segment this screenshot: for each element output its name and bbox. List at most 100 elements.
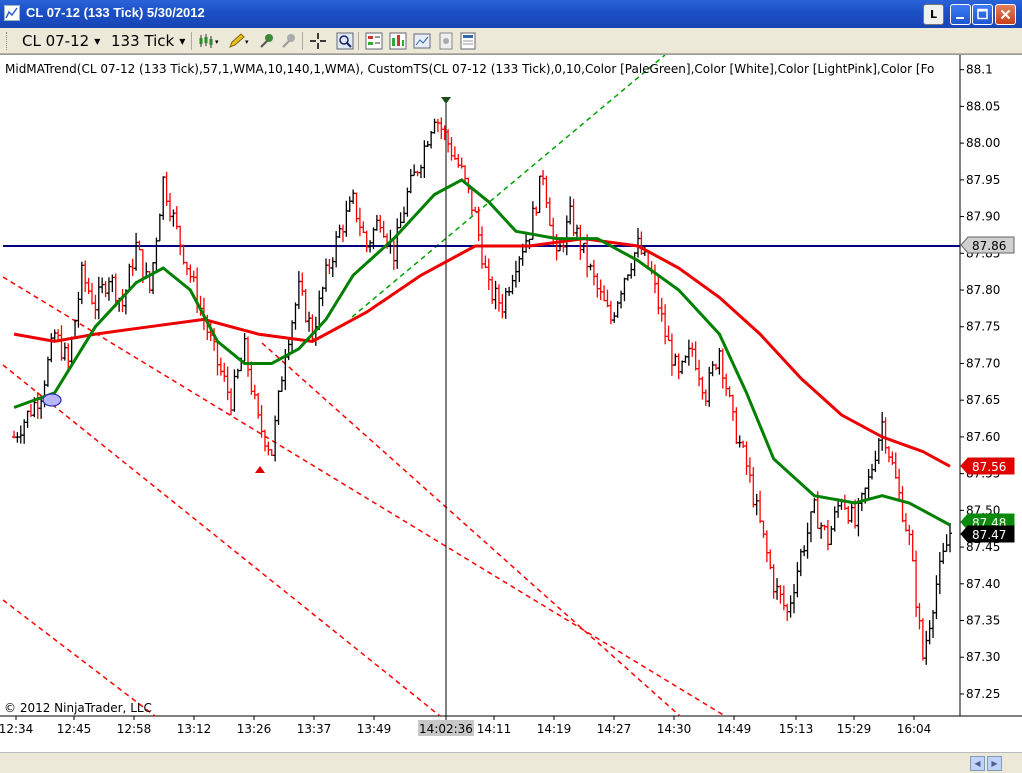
horizontal-scrollbar[interactable]: ◀ ▶ <box>0 752 1022 773</box>
chart-app-icon <box>4 5 20 21</box>
price-bar <box>279 376 284 393</box>
price-bar <box>754 493 759 516</box>
price-chart[interactable]: 88.188.0588.0087.9587.9087.8587.8087.758… <box>0 55 1022 753</box>
x-tick-label: 13:37 <box>297 722 332 736</box>
trend-line[interactable] <box>2 599 156 717</box>
y-tick-label: 88.05 <box>966 99 1000 113</box>
price-bar <box>897 468 902 500</box>
price-bar <box>96 276 101 320</box>
close-icon[interactable] <box>995 4 1016 25</box>
price-bar <box>324 258 328 292</box>
price-bar <box>534 206 539 216</box>
zoom-in-icon[interactable] <box>258 32 276 50</box>
price-bar <box>266 441 271 456</box>
price-bar <box>310 314 315 343</box>
y-tick-label: 88.1 <box>966 63 993 77</box>
indicators-icon[interactable] <box>389 32 407 50</box>
price-bar <box>598 279 603 301</box>
price-bar <box>412 164 417 177</box>
x-tick-label: 13:49 <box>357 722 392 736</box>
templates-icon[interactable] <box>459 32 477 50</box>
x-tick-label: 14:11 <box>477 722 512 736</box>
zoom-out-icon[interactable] <box>280 32 298 50</box>
price-bar <box>337 224 342 238</box>
price-bar <box>751 467 756 508</box>
trend-line[interactable] <box>2 276 726 717</box>
x-tick-label: 12:34 <box>0 722 33 736</box>
price-bar <box>134 232 139 271</box>
price-bar <box>903 513 908 532</box>
svg-text:▾: ▾ <box>245 38 249 46</box>
x-tick-label: 13:26 <box>237 722 272 736</box>
y-tick-label: 87.60 <box>966 430 1000 444</box>
price-bar <box>724 373 729 396</box>
green-trend-line[interactable] <box>351 55 666 318</box>
price-bar <box>171 209 176 227</box>
link-button[interactable]: L <box>923 4 944 25</box>
x-tick-label: 14:49 <box>717 722 752 736</box>
toolbar-grip[interactable] <box>6 32 10 50</box>
price-bar <box>351 189 356 204</box>
instrument-selector[interactable]: CL 07-12 ▼ <box>22 31 100 51</box>
price-bar <box>636 227 640 258</box>
scroll-right-icon[interactable]: ▶ <box>987 756 1002 771</box>
price-bar <box>568 196 573 225</box>
data-box-icon[interactable] <box>437 32 455 50</box>
price-bar <box>673 353 678 366</box>
price-bar <box>246 336 250 377</box>
price-bar <box>680 360 685 375</box>
price-bar <box>73 319 78 339</box>
strategies-icon[interactable] <box>365 32 383 50</box>
price-bar <box>703 389 708 406</box>
price-bar <box>398 212 403 229</box>
price-bar <box>629 263 634 279</box>
price-bar <box>157 213 162 242</box>
price-bar <box>775 578 780 600</box>
price-bar <box>697 359 702 387</box>
price-bar <box>381 220 386 238</box>
price-bar <box>734 407 739 445</box>
price-bar <box>771 564 776 599</box>
y-tick-label: 88.00 <box>966 136 1000 150</box>
price-bar <box>286 338 291 361</box>
price-bar <box>714 363 718 371</box>
price-bar <box>415 170 420 177</box>
price-bar <box>615 301 620 318</box>
trend-line[interactable] <box>2 364 441 717</box>
price-bar <box>595 273 600 298</box>
price-bar <box>69 336 74 364</box>
x-tick-label: 12:58 <box>117 722 152 736</box>
x-tick-label: 15:13 <box>779 722 814 736</box>
trend-line[interactable] <box>261 342 681 717</box>
chart-properties-icon[interactable] <box>413 32 431 50</box>
price-bar <box>920 618 925 661</box>
price-bar <box>717 348 722 375</box>
price-marker-label: 87.56 <box>972 460 1006 474</box>
price-bar <box>663 304 668 345</box>
minimize-icon[interactable] <box>950 4 971 25</box>
interval-selector[interactable]: 133 Tick ▼ <box>111 31 185 51</box>
price-bar <box>581 242 586 254</box>
title-bar: CL 07-12 (133 Tick) 5/30/2012 L <box>0 0 1022 28</box>
price-bar <box>432 118 437 134</box>
price-bar <box>59 325 64 361</box>
price-bar <box>476 206 481 242</box>
price-bar <box>480 226 484 269</box>
pencil-icon[interactable]: ▾ <box>228 32 252 50</box>
maximize-icon[interactable] <box>972 4 993 25</box>
price-bar <box>747 457 752 483</box>
magnifier-icon[interactable] <box>336 32 354 50</box>
price-bar <box>320 286 325 307</box>
price-bar <box>493 280 498 310</box>
price-bar <box>93 294 98 320</box>
price-bar <box>425 140 430 147</box>
price-bar <box>439 117 444 140</box>
price-bar <box>300 272 305 296</box>
price-bar <box>893 452 898 479</box>
chart-panel[interactable]: 88.188.0588.0087.9587.9087.8587.8087.758… <box>0 54 1022 773</box>
price-bar <box>588 263 593 271</box>
bar-style-icon[interactable]: ▾ <box>198 32 222 50</box>
crosshair-icon[interactable] <box>309 32 327 50</box>
price-bar <box>819 522 824 539</box>
scroll-left-icon[interactable]: ◀ <box>970 756 985 771</box>
